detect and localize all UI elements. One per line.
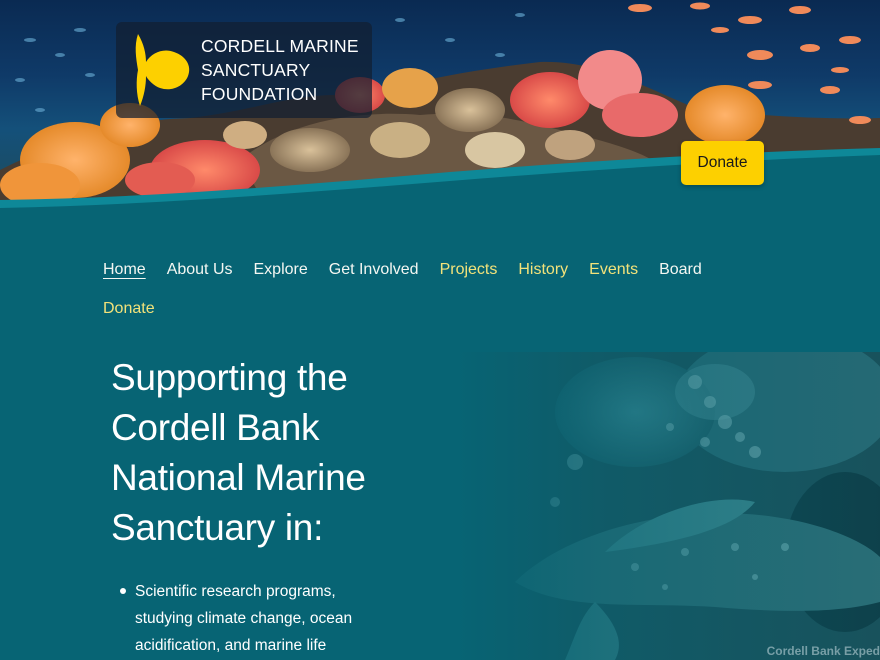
nav-projects[interactable]: Projects: [440, 261, 498, 279]
hero-banner: CORDELL MARINE SANCTUARY FOUNDATION Dona…: [0, 0, 880, 215]
donate-button[interactable]: Donate: [681, 141, 764, 185]
sunfish-icon: [135, 34, 190, 106]
site-name-line: FOUNDATION: [201, 84, 318, 104]
heading-line: National Marine: [111, 457, 366, 498]
fish-photo: Cordell Bank Exped: [455, 352, 880, 660]
list-item-line: studying climate change, ocean: [135, 610, 353, 627]
nav-explore[interactable]: Explore: [254, 261, 308, 279]
hero-heading: Supporting the Cordell Bank National Mar…: [111, 353, 441, 553]
nav-get-involved[interactable]: Get Involved: [329, 261, 419, 279]
heading-line: Supporting the: [111, 357, 348, 398]
site-name-line: SANCTUARY: [201, 60, 311, 80]
heading-line: Sanctuary in:: [111, 507, 324, 548]
main-navigation: Home About Us Explore Get Involved Proje…: [103, 257, 783, 322]
photo-caption: Cordell Bank Exped: [766, 644, 880, 658]
list-item-line: acidification, and marine life: [135, 637, 327, 654]
site-logo[interactable]: CORDELL MARINE SANCTUARY FOUNDATION: [116, 22, 372, 118]
nav-row: Donate: [103, 296, 783, 322]
rockfish-image: [455, 352, 880, 660]
site-name: CORDELL MARINE SANCTUARY FOUNDATION: [201, 34, 371, 106]
site-name-line: CORDELL MARINE: [201, 36, 359, 56]
mission-list: Scientific research programs, studying c…: [111, 578, 411, 659]
nav-events[interactable]: Events: [589, 261, 638, 279]
list-item-line: Scientific research programs,: [135, 583, 336, 600]
nav-about-us[interactable]: About Us: [167, 261, 233, 279]
list-item: Scientific research programs, studying c…: [111, 578, 411, 659]
nav-board[interactable]: Board: [659, 261, 702, 279]
heading-line: Cordell Bank: [111, 407, 320, 448]
nav-history[interactable]: History: [518, 261, 568, 279]
nav-home[interactable]: Home: [103, 261, 146, 279]
nav-donate[interactable]: Donate: [103, 300, 155, 318]
nav-row: Home About Us Explore Get Involved Proje…: [103, 257, 783, 283]
